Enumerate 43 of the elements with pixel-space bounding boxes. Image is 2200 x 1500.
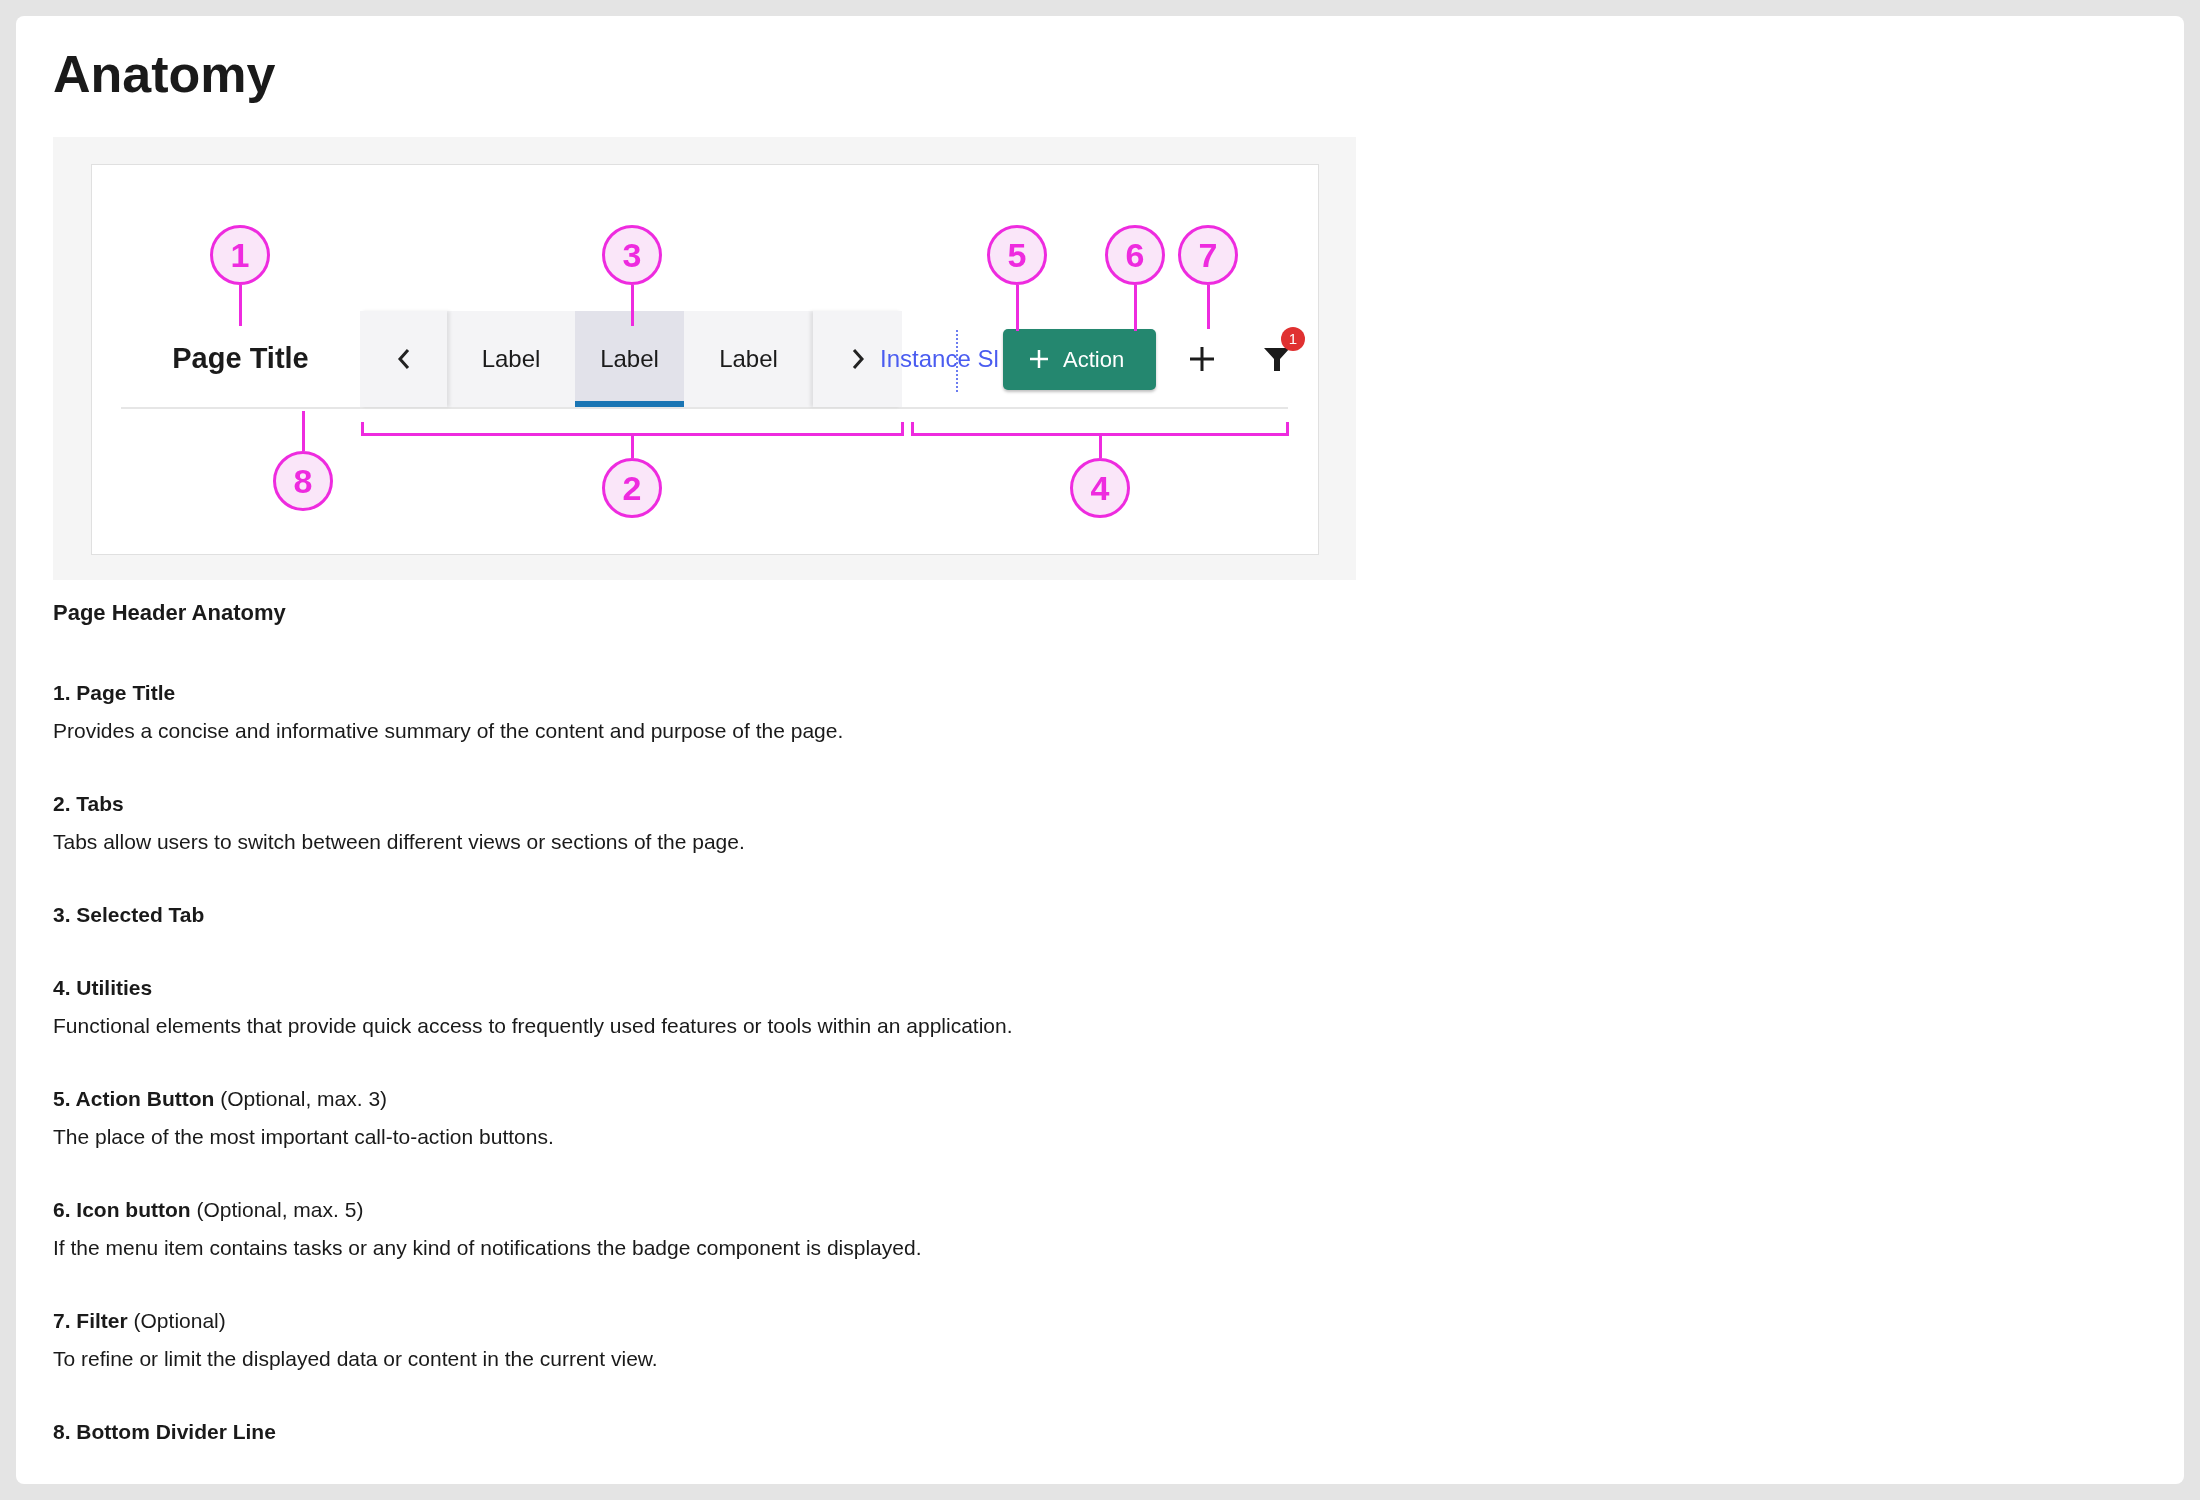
section-title: 6. Icon button (Optional, max. 5) xyxy=(53,1198,364,1222)
callout-marker: 7 xyxy=(1178,225,1238,285)
section-title: 1. Page Title xyxy=(53,681,176,705)
section-description: Tabs allow users to switch between different views or sections of the page. xyxy=(53,830,745,854)
leader-line xyxy=(1099,434,1102,458)
callout-marker: 4 xyxy=(1070,458,1130,518)
notification-badge: 1 xyxy=(1281,327,1305,351)
overflow-text: Instance Sl xyxy=(880,344,1000,374)
leader-line xyxy=(1134,285,1137,331)
chevron-right-icon xyxy=(850,348,865,370)
tab[interactable]: Label xyxy=(684,311,813,407)
page-title: Page Title xyxy=(172,341,309,377)
section-description: To refine or limit the displayed data or content in the current view. xyxy=(53,1347,658,1371)
section-title: 8. Bottom Divider Line xyxy=(53,1420,276,1444)
section-description: Functional elements that provide quick access to frequently used features or tools within an application. xyxy=(53,1014,1013,1038)
leader-line xyxy=(1016,285,1019,331)
section-title: 7. Filter (Optional) xyxy=(53,1309,226,1333)
action-button[interactable]: Action xyxy=(1003,328,1156,390)
page-heading: Anatomy xyxy=(53,44,276,105)
leader-line xyxy=(631,285,634,326)
plus-icon xyxy=(1029,349,1049,369)
tab[interactable]: Label xyxy=(575,311,684,407)
leader-line xyxy=(1207,285,1210,329)
section-title: 3. Selected Tab xyxy=(53,903,205,927)
section-title: 4. Utilities xyxy=(53,976,153,1000)
tab[interactable]: Label xyxy=(447,311,575,407)
callout-marker: 2 xyxy=(602,458,662,518)
caption: Page Header Anatomy xyxy=(53,599,286,627)
section-title: 2. Tabs xyxy=(53,792,124,816)
plus-icon[interactable] xyxy=(1189,346,1215,372)
section-description: The place of the most important call-to-action buttons. xyxy=(53,1125,554,1149)
leader-line xyxy=(302,411,305,451)
section-title: 5. Action Button (Optional, max. 3) xyxy=(53,1087,388,1111)
chevron-left-icon xyxy=(396,348,411,370)
section-description: Provides a concise and informative summary of the content and purpose of the page. xyxy=(53,719,844,743)
callout-marker: 5 xyxy=(987,225,1047,285)
section-description: If the menu item contains tasks or any kind of notifications the badge component is displayed. xyxy=(53,1236,922,1260)
callout-marker: 8 xyxy=(273,451,333,511)
callout-marker: 1 xyxy=(210,225,270,285)
leader-line xyxy=(239,285,242,326)
callout-marker: 6 xyxy=(1105,225,1165,285)
callout-marker: 3 xyxy=(602,225,662,285)
leader-line xyxy=(631,434,634,458)
